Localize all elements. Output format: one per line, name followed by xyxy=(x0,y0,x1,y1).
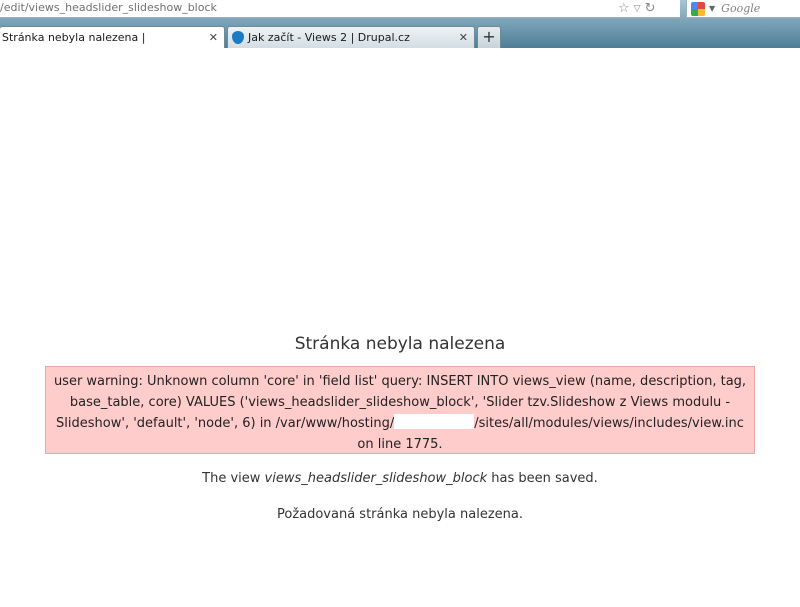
address-bar-url: /edit/views_headslider_slideshow_block xyxy=(0,1,217,14)
engine-dropdown-icon[interactable]: ▼ xyxy=(709,4,715,13)
search-placeholder: Google xyxy=(721,2,761,15)
dropdown-arrow-icon[interactable]: ▽ xyxy=(634,4,641,14)
tab-active[interactable]: Stránka nebyla nalezena | ✕ xyxy=(0,26,225,48)
tab-drupal[interactable]: Jak začít - Views 2 | Drupal.cz ✕ xyxy=(227,26,475,48)
browser-chrome: /edit/views_headslider_slideshow_block ☆… xyxy=(0,0,800,48)
new-tab-button[interactable]: + xyxy=(477,26,501,48)
address-bar-icons: ☆ ▽ ↻ xyxy=(618,0,680,17)
redacted-block xyxy=(394,414,475,429)
page-title: Stránka nebyla nalezena xyxy=(294,334,506,354)
user-warning-message: user warning: Unknown column 'core' in '… xyxy=(45,366,755,454)
search-bar[interactable]: ▼ Google xyxy=(686,0,800,18)
address-bar[interactable]: /edit/views_headslider_slideshow_block xyxy=(0,0,680,18)
drupal-icon xyxy=(232,31,244,44)
status-prefix: The view xyxy=(202,471,265,486)
status-message: The view views_headslider_slideshow_bloc… xyxy=(0,471,800,486)
view-name: views_headslider_slideshow_block xyxy=(264,471,488,486)
star-bookmark-icon[interactable]: ☆ xyxy=(618,1,630,16)
tab-label: Stránka nebyla nalezena | xyxy=(2,31,146,44)
not-found-message: Požadovaná stránka nebyla nalezena. xyxy=(276,507,523,522)
google-engine-icon[interactable] xyxy=(691,1,705,16)
tab-close-icon[interactable]: ✕ xyxy=(459,27,468,48)
tab-close-icon[interactable]: ✕ xyxy=(209,27,218,48)
status-suffix: has been saved. xyxy=(487,471,598,486)
reload-icon[interactable]: ↻ xyxy=(645,1,656,16)
tab-label: Jak začít - Views 2 | Drupal.cz xyxy=(248,31,410,44)
